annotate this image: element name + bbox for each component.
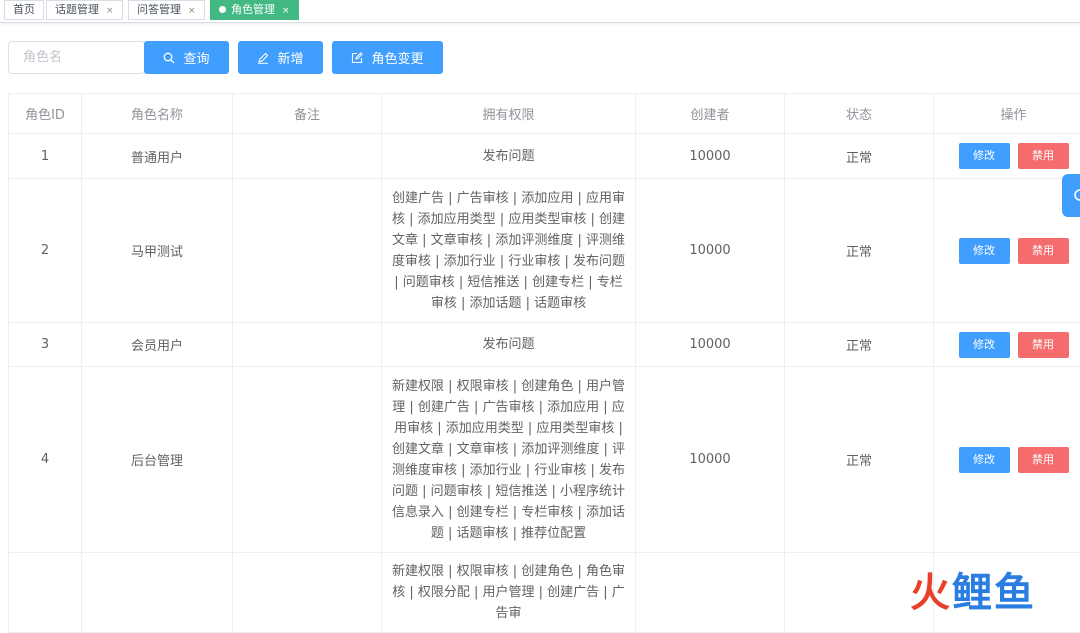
header-note: 备注: [233, 94, 382, 134]
cell-role-id: 4: [9, 367, 82, 553]
header-role-name: 角色名称: [82, 94, 233, 134]
tab-label: 话题管理: [55, 3, 99, 16]
edit-button[interactable]: 修改: [959, 238, 1010, 264]
cell-creator: 10000: [636, 367, 785, 553]
search-icon: [163, 52, 175, 64]
cell-role-name: 后台管理: [82, 367, 233, 553]
role-change-button[interactable]: 角色变更: [332, 41, 443, 74]
watermark-part2: 鲤鱼: [952, 570, 1036, 616]
table-row: 2 马甲测试 创建广告 | 广告审核 | 添加应用 | 应用审核 | 添加应用类…: [9, 179, 1080, 323]
disable-button[interactable]: 禁用: [1018, 143, 1069, 169]
cell-role-name: 马甲测试: [82, 179, 233, 323]
role-change-button-label: 角色变更: [371, 48, 423, 67]
cell-status: 正常: [785, 367, 934, 553]
tags-view-bar: 首页 话题管理 × 问答管理 × 角色管理 ×: [0, 0, 1080, 23]
disable-button[interactable]: 禁用: [1018, 238, 1069, 264]
cell-note: [233, 553, 382, 633]
watermark-part1: 火: [910, 570, 952, 616]
cell-note: [233, 179, 382, 323]
cell-status: 正常: [785, 134, 934, 179]
watermark-logo: 火鲤鱼: [910, 560, 1036, 618]
close-icon[interactable]: ×: [106, 6, 114, 16]
role-name-search-input[interactable]: [8, 41, 145, 74]
table-row: 3 会员用户 发布问题 10000 正常 修改禁用: [9, 323, 1080, 367]
header-actions: 操作: [934, 94, 1080, 134]
cell-creator: [636, 553, 785, 633]
close-icon[interactable]: ×: [282, 6, 290, 16]
header-creator: 创建者: [636, 94, 785, 134]
tab-label: 问答管理: [137, 3, 181, 16]
cell-note: [233, 367, 382, 553]
cell-actions: 修改禁用: [934, 179, 1080, 323]
cell-permissions: 新建权限 | 权限审核 | 创建角色 | 用户管理 | 创建广告 | 广告审核 …: [382, 367, 636, 553]
cell-role-id: 1: [9, 134, 82, 179]
header-permissions: 拥有权限: [382, 94, 636, 134]
cell-creator: 10000: [636, 134, 785, 179]
disable-button[interactable]: 禁用: [1018, 332, 1069, 358]
cell-permissions: 发布问题: [382, 323, 636, 367]
cell-role-id: [9, 553, 82, 633]
query-button-label: 查询: [183, 48, 209, 67]
tab-topic-management[interactable]: 话题管理 ×: [46, 0, 123, 20]
cell-creator: 10000: [636, 179, 785, 323]
edit-box-icon: [351, 52, 363, 64]
tab-label: 首页: [13, 3, 35, 16]
cell-actions: 修改禁用: [934, 367, 1080, 553]
cell-permissions: 创建广告 | 广告审核 | 添加应用 | 应用审核 | 添加应用类型 | 应用类…: [382, 179, 636, 323]
tab-label: 角色管理: [231, 3, 275, 16]
add-button-label: 新增: [277, 48, 303, 67]
tab-role-management[interactable]: 角色管理 ×: [210, 0, 299, 20]
role-table: 角色ID 角色名称 备注 拥有权限 创建者 状态 操作 1 普通用户 发布问题 …: [8, 93, 1080, 633]
cell-status: 正常: [785, 323, 934, 367]
close-icon[interactable]: ×: [188, 6, 196, 16]
cell-role-name: 普通用户: [82, 134, 233, 179]
query-button[interactable]: 查询: [144, 41, 229, 74]
edit-pen-icon: [257, 52, 269, 64]
table-row: 4 后台管理 新建权限 | 权限审核 | 创建角色 | 用户管理 | 创建广告 …: [9, 367, 1080, 553]
edit-button[interactable]: 修改: [959, 332, 1010, 358]
tab-home[interactable]: 首页: [4, 0, 44, 20]
tab-qa-management[interactable]: 问答管理 ×: [128, 0, 205, 20]
settings-drawer-handle[interactable]: [1062, 174, 1080, 217]
cell-role-id: 2: [9, 179, 82, 323]
cell-actions: 修改禁用: [934, 323, 1080, 367]
edit-button[interactable]: 修改: [959, 447, 1010, 473]
disable-button[interactable]: 禁用: [1018, 447, 1069, 473]
cell-status: 正常: [785, 179, 934, 323]
header-role-id: 角色ID: [9, 94, 82, 134]
active-dot-icon: [219, 6, 226, 13]
table-header-row: 角色ID 角色名称 备注 拥有权限 创建者 状态 操作: [9, 94, 1080, 134]
header-status: 状态: [785, 94, 934, 134]
cell-permissions: 新建权限 | 权限审核 | 创建角色 | 角色审核 | 权限分配 | 用户管理 …: [382, 553, 636, 633]
cell-creator: 10000: [636, 323, 785, 367]
cell-role-name: [82, 553, 233, 633]
cell-role-id: 3: [9, 323, 82, 367]
cell-role-name: 会员用户: [82, 323, 233, 367]
edit-button[interactable]: 修改: [959, 143, 1010, 169]
cell-actions: 修改禁用: [934, 134, 1080, 179]
cell-note: [233, 134, 382, 179]
gear-icon: [1070, 188, 1080, 202]
table-row: 1 普通用户 发布问题 10000 正常 修改禁用: [9, 134, 1080, 179]
add-button[interactable]: 新增: [238, 41, 323, 74]
cell-note: [233, 323, 382, 367]
cell-permissions: 发布问题: [382, 134, 636, 179]
